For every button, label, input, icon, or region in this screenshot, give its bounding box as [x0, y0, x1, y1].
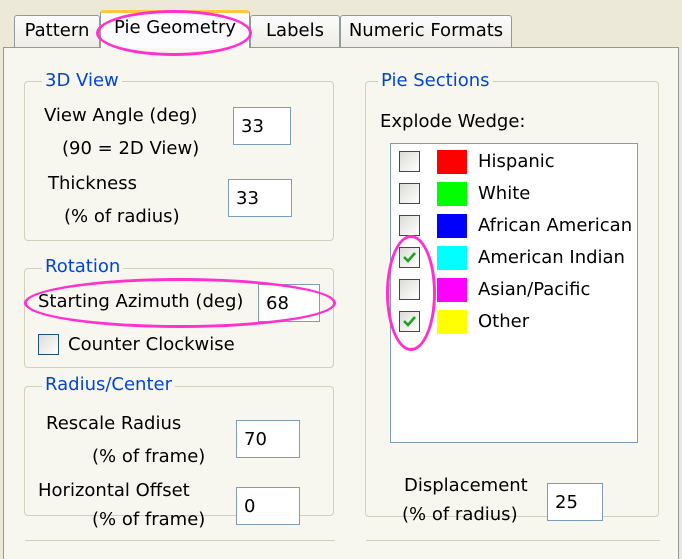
checkmark-icon: [403, 252, 416, 263]
explode-wedge-label-item: White: [478, 183, 531, 204]
color-swatch: [437, 182, 467, 206]
tab-labels[interactable]: Labels: [250, 15, 340, 47]
view-angle-label: View Angle (deg): [44, 105, 198, 126]
displacement-input[interactable]: [547, 483, 603, 521]
thickness-input[interactable]: [228, 179, 292, 217]
displacement-sublabel: (% of radius): [402, 504, 518, 525]
explode-wedge-label-item: Hispanic: [478, 151, 555, 172]
tab-pie-geometry[interactable]: Pie Geometry: [100, 10, 250, 48]
displacement-label: Displacement: [404, 475, 528, 496]
explode-wedge-label: Explode Wedge:: [380, 111, 526, 132]
explode-wedge-checkbox[interactable]: [399, 151, 420, 172]
checkmark-icon: [403, 316, 416, 327]
color-swatch: [437, 310, 467, 334]
rescale-radius-label: Rescale Radius: [46, 413, 182, 434]
counter-clockwise-checkbox[interactable]: [38, 334, 59, 355]
bottom-divider-left: [25, 540, 335, 541]
bottom-divider-right: [366, 540, 660, 541]
starting-azimuth-label: Starting Azimuth (deg): [38, 291, 244, 312]
horizontal-offset-label: Horizontal Offset: [38, 480, 190, 501]
horizontal-offset-sublabel: (% of frame): [92, 509, 206, 530]
rescale-radius-input[interactable]: [236, 420, 300, 458]
explode-wedge-label-item: Asian/Pacific: [478, 279, 591, 300]
explode-wedge-label-item: American Indian: [478, 247, 625, 268]
color-swatch: [437, 278, 467, 302]
rescale-radius-sublabel: (% of frame): [92, 446, 206, 467]
color-swatch: [437, 246, 467, 270]
tab-numeric-formats[interactable]: Numeric Formats: [340, 15, 512, 47]
group-rotation-legend: Rotation: [42, 257, 124, 277]
explode-wedge-checkbox[interactable]: [399, 215, 420, 236]
explode-wedge-list[interactable]: Hispanic White African American American In…: [390, 143, 638, 443]
horizontal-offset-input[interactable]: [236, 487, 300, 525]
group-3d-view-legend: 3D View: [42, 71, 122, 91]
explode-wedge-label-item: Other: [478, 311, 530, 332]
tab-pattern[interactable]: Pattern: [14, 15, 100, 47]
explode-wedge-checkbox[interactable]: [399, 279, 420, 300]
explode-wedge-checkbox[interactable]: [399, 247, 420, 268]
thickness-label: Thickness: [48, 173, 137, 194]
color-swatch: [437, 214, 467, 238]
starting-azimuth-input[interactable]: [258, 284, 320, 322]
group-pie-sections-legend: Pie Sections: [378, 71, 493, 91]
color-swatch: [437, 150, 467, 174]
counter-clockwise-label: Counter Clockwise: [68, 334, 235, 355]
view-angle-sublabel: (90 = 2D View): [62, 138, 200, 159]
thickness-sublabel: (% of radius): [64, 206, 180, 227]
group-radius-center-legend: Radius/Center: [42, 375, 176, 395]
explode-wedge-label-item: African American: [478, 215, 633, 236]
view-angle-input[interactable]: [233, 107, 291, 145]
explode-wedge-checkbox[interactable]: [399, 311, 420, 332]
explode-wedge-checkbox[interactable]: [399, 183, 420, 204]
